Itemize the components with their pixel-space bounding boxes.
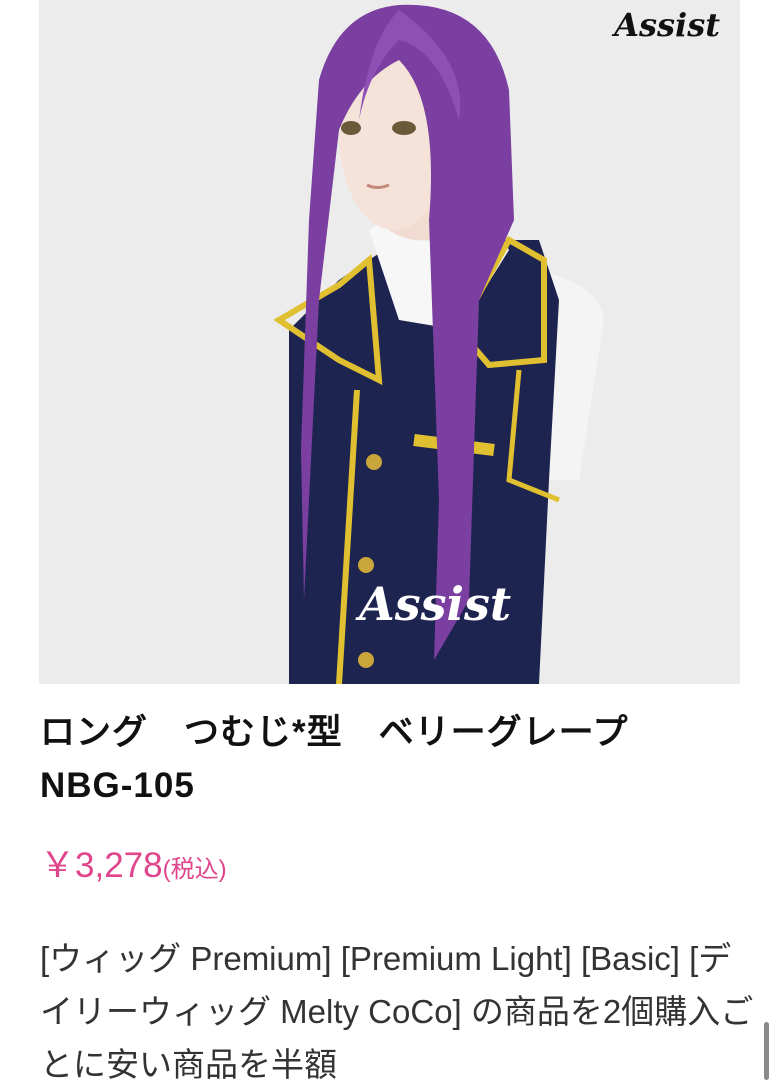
price-value: ￥3,278 bbox=[40, 846, 163, 885]
price-tax-note: (税込) bbox=[162, 856, 227, 883]
product-code: NBG-105 bbox=[40, 766, 195, 805]
product-name: ロング つむじ*型 ベリーグレープ bbox=[40, 713, 629, 752]
product-description: [ウィッグ Premium] [Premium Light] [Basic] [… bbox=[40, 940, 754, 1083]
svg-text:Assist: Assist bbox=[355, 577, 511, 631]
scrollbar[interactable] bbox=[764, 1022, 769, 1080]
product-price: ￥3,278(税込) bbox=[40, 842, 227, 894]
product-title: ロング つむじ*型 ベリーグレープ NBG-105 bbox=[40, 706, 740, 812]
product-image[interactable]: Assist Assist bbox=[39, 0, 740, 684]
brand-logo: Assist bbox=[614, 6, 720, 44]
